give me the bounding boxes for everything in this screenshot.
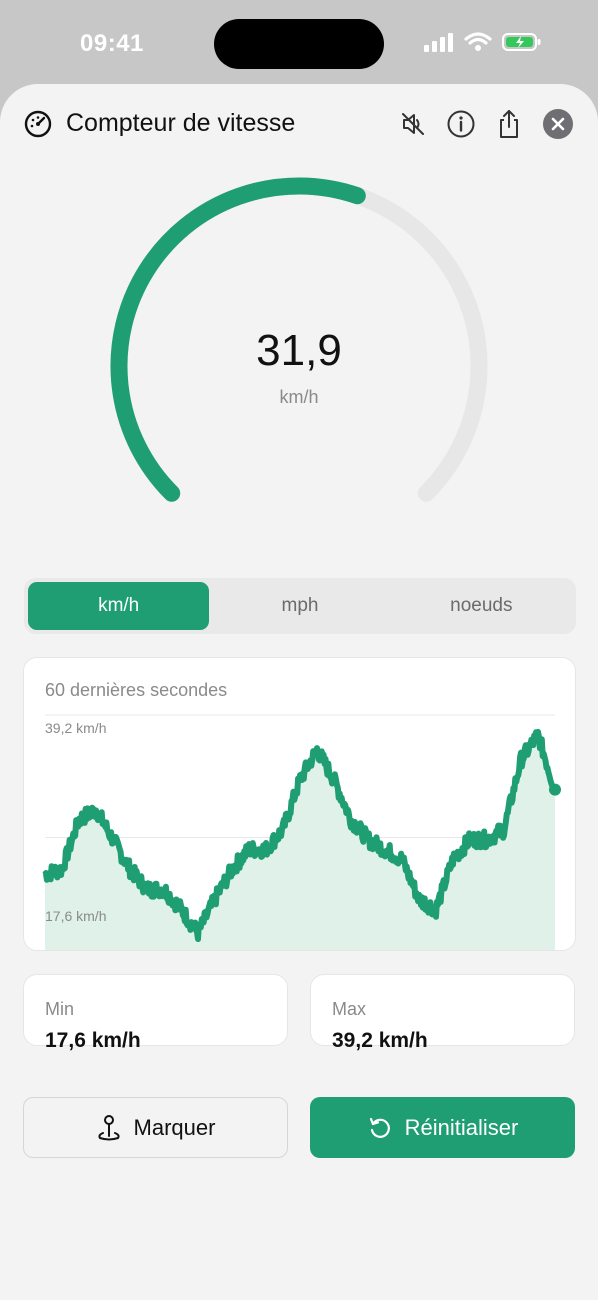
min-stat-card: Min 17,6 km/h [23, 974, 288, 1052]
mute-button[interactable] [398, 108, 428, 140]
share-icon [500, 110, 518, 138]
unit-option-mph[interactable]: mph [209, 582, 390, 630]
info-icon [447, 110, 475, 138]
max-stat-card: Max 39,2 km/h [310, 974, 575, 1052]
max-stat-label: Max [332, 999, 367, 1019]
mark-button-label: Marquer [133, 1114, 216, 1140]
status-icons [424, 32, 542, 52]
speed-history-chart [42, 714, 561, 950]
chart-min-label: 17,6 km/h [45, 908, 107, 924]
max-stat-value: 39,2 km/h [332, 1029, 428, 1052]
unit-option-kmh[interactable]: km/h [28, 582, 210, 630]
speed-unit: km/h [279, 387, 319, 407]
min-stat-label: Min [45, 999, 75, 1019]
close-icon [551, 117, 565, 131]
wifi-icon [464, 32, 492, 51]
battery-charging-icon [502, 33, 541, 51]
chart-max-label: 39,2 km/h [45, 720, 107, 736]
speed-history-card: 60 dernières secondes 39,2 km/h 17,6 km/… [23, 657, 576, 951]
page-title: Compteur de vitesse [66, 109, 296, 137]
info-button[interactable] [446, 108, 476, 140]
speed-value: 31,9 [256, 326, 342, 375]
map-pin-icon [97, 1114, 120, 1140]
reset-button[interactable]: Réinitialiser [310, 1097, 575, 1158]
mute-icon [402, 113, 424, 135]
mark-button[interactable]: Marquer [23, 1097, 288, 1158]
speedometer-icon [24, 110, 52, 138]
dynamic-island [214, 19, 384, 69]
close-button[interactable] [543, 109, 573, 139]
chart-current-point [549, 783, 561, 796]
header-actions [398, 108, 524, 140]
reset-button-label: Réinitialiser [404, 1114, 519, 1140]
unit-selector: km/h mph noeuds [24, 578, 576, 634]
sheet-header: Compteur de vitesse [0, 84, 598, 164]
share-button[interactable] [494, 108, 524, 140]
status-bar: 09:41 [0, 0, 598, 90]
min-stat-value: 17,6 km/h [45, 1029, 141, 1052]
speedometer-sheet: Compteur de vitesse 31,9 km/h km/h mph n… [0, 84, 598, 1300]
unit-option-knots[interactable]: noeuds [391, 582, 572, 630]
status-time: 09:41 [80, 30, 144, 57]
chart-title: 60 dernières secondes [45, 680, 228, 700]
cellular-signal-icon [424, 33, 453, 52]
reset-icon [369, 1117, 390, 1138]
